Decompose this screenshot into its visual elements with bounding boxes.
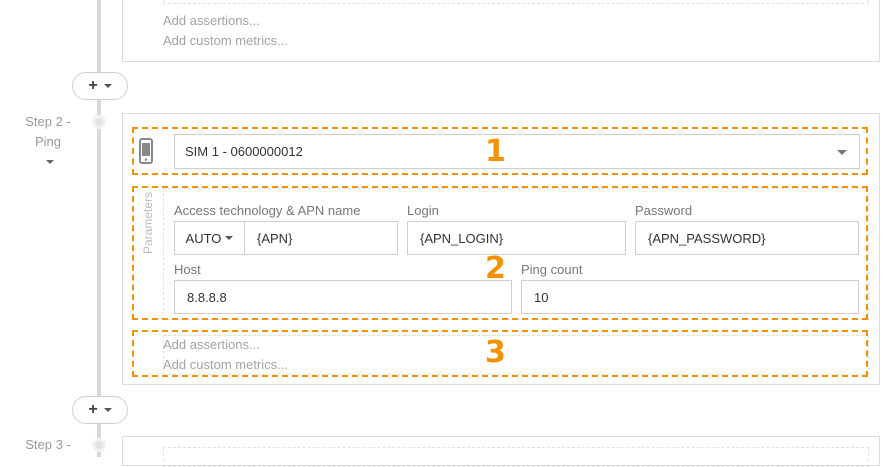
step-2-number: Step 2 -: [25, 114, 71, 129]
add-custom-metrics-link[interactable]: Add custom metrics...: [163, 31, 288, 51]
step-3-node: [92, 438, 106, 452]
annotation-number-3: 3: [485, 335, 506, 370]
step-3-content-box: [163, 447, 869, 467]
annotation-number-1: 1: [485, 134, 506, 169]
annotation-number-2: 2: [485, 251, 506, 286]
step-3-label: Step 3 -: [14, 435, 82, 455]
step-3-panel: [122, 436, 880, 467]
caret-down-icon: [103, 84, 112, 88]
step-2-type: Ping: [34, 134, 62, 149]
step-3-number: Step 3 -: [25, 437, 71, 452]
plus-icon: +: [88, 401, 98, 418]
step-1-panel: Add assertions... Add custom metrics...: [122, 0, 880, 62]
caret-down-icon: [103, 408, 112, 412]
step-2-label: Step 2 - Ping: [14, 112, 82, 152]
step-2-node: [92, 115, 106, 129]
add-assertions-link[interactable]: Add assertions...: [163, 11, 260, 31]
step-2-collapse-icon[interactable]: [46, 160, 54, 164]
steps-timeline: [97, 0, 101, 457]
step-1-content-box: [163, 0, 869, 4]
add-step-button[interactable]: +: [72, 72, 128, 100]
plus-icon: +: [88, 77, 98, 94]
add-step-button[interactable]: +: [72, 396, 128, 424]
